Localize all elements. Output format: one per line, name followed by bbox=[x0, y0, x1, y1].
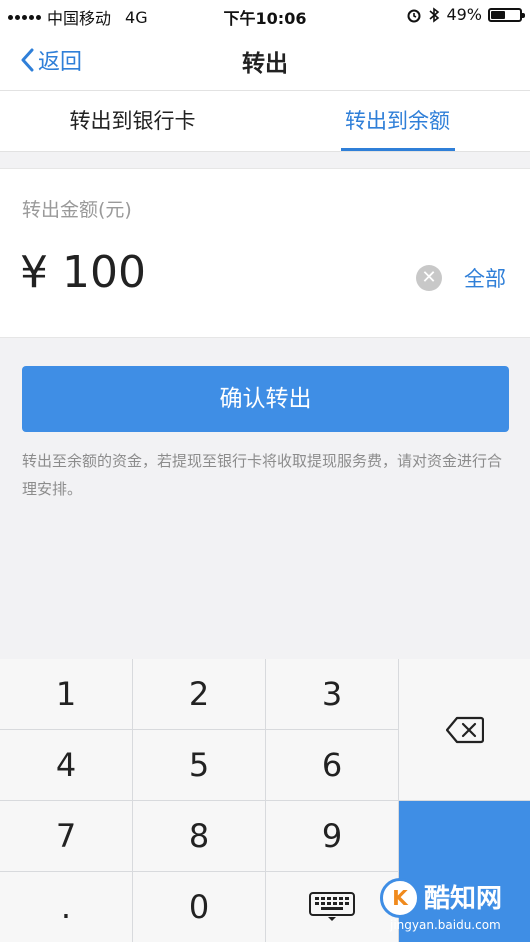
watermark: K 酷知网 jingyan.baidu.com bbox=[376, 872, 516, 934]
currency-symbol: ¥ bbox=[20, 247, 48, 298]
numeric-keypad: 1 2 3 4 5 6 7 8 9 . 0 K 酷知网 jingyan.baid… bbox=[0, 659, 530, 942]
clear-icon[interactable]: ✕ bbox=[416, 265, 442, 291]
key-2[interactable]: 2 bbox=[133, 659, 265, 729]
key-0[interactable]: 0 bbox=[133, 872, 265, 942]
key-label: 9 bbox=[321, 817, 343, 855]
status-right: 49% bbox=[406, 5, 525, 24]
keyboard-icon bbox=[309, 892, 355, 921]
key-9[interactable]: 9 bbox=[266, 801, 398, 871]
key-label: 6 bbox=[321, 746, 343, 784]
key-label: 0 bbox=[188, 888, 210, 926]
key-label: 7 bbox=[55, 817, 77, 855]
key-6[interactable]: 6 bbox=[266, 730, 398, 800]
tab-label: 转出到银行卡 bbox=[69, 109, 196, 133]
nav-bar: 返回 转出 bbox=[0, 30, 530, 91]
tab-to-bank-card[interactable]: 转出到银行卡 bbox=[0, 91, 265, 151]
keypad-confirm-button[interactable]: K 酷知网 jingyan.baidu.com bbox=[380, 801, 530, 942]
key-8[interactable]: 8 bbox=[133, 801, 265, 871]
battery-percent: 49% bbox=[446, 5, 482, 24]
status-bar: 中国移动 4G 下午10:06 49% bbox=[0, 0, 530, 30]
key-label: 5 bbox=[188, 746, 210, 784]
battery-icon bbox=[488, 7, 525, 22]
battery-fill bbox=[491, 10, 505, 19]
all-amount-button[interactable]: 全部 bbox=[464, 263, 506, 293]
key-3[interactable]: 3 bbox=[266, 659, 398, 729]
amount-label: 转出金额(元) bbox=[22, 199, 132, 221]
key-label: 3 bbox=[321, 675, 343, 713]
alarm-icon bbox=[407, 9, 421, 22]
key-7[interactable]: 7 bbox=[0, 801, 132, 871]
amount-input[interactable]: ¥ 100 bbox=[20, 247, 146, 298]
watermark-logo: K bbox=[380, 878, 420, 918]
key-4[interactable]: 4 bbox=[0, 730, 132, 800]
backspace-icon bbox=[445, 716, 484, 743]
watermark-brand: 酷知网 bbox=[424, 884, 503, 914]
active-tab-indicator bbox=[341, 148, 455, 151]
key-label: 8 bbox=[188, 817, 210, 855]
tab-label: 转出到余额 bbox=[345, 109, 450, 133]
page-title: 转出 bbox=[242, 51, 288, 77]
key-5[interactable]: 5 bbox=[133, 730, 265, 800]
key-label: 4 bbox=[55, 746, 77, 784]
delete-button[interactable] bbox=[399, 659, 530, 800]
confirm-transfer-button[interactable]: 确认转出 bbox=[22, 366, 509, 432]
amount-value: 100 bbox=[62, 247, 146, 298]
tab-bar: 转出到银行卡 转出到余额 bbox=[0, 91, 530, 152]
tab-to-balance[interactable]: 转出到余额 bbox=[265, 91, 530, 151]
bluetooth-icon bbox=[429, 6, 440, 23]
amount-card: 转出金额(元) ¥ 100 ✕ 全部 bbox=[0, 168, 530, 338]
key-label: . bbox=[60, 888, 72, 926]
notice-text: 转出至余额的资金，若提现至银行卡将收取提现服务费，请对资金进行合理安排。 bbox=[22, 452, 503, 498]
key-label: 1 bbox=[55, 675, 77, 713]
key-label: 2 bbox=[188, 675, 210, 713]
key-decimal[interactable]: . bbox=[0, 872, 132, 942]
key-1[interactable]: 1 bbox=[0, 659, 132, 729]
watermark-url: jingyan.baidu.com bbox=[390, 918, 501, 932]
